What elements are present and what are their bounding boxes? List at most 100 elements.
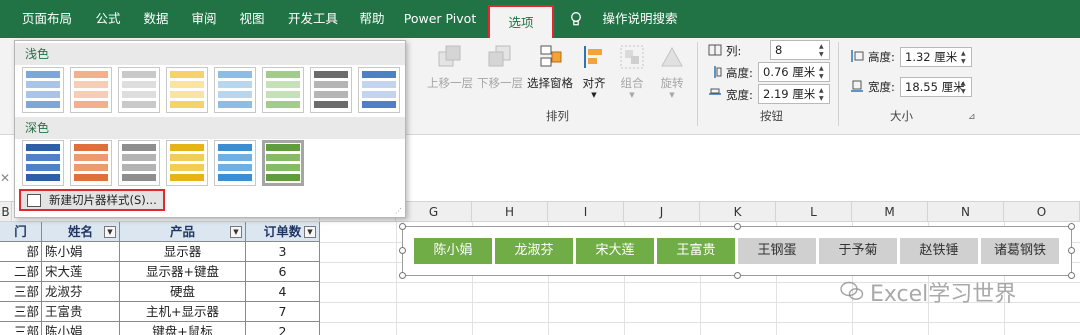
style-swatch[interactable] (70, 140, 112, 186)
style-swatch[interactable] (310, 67, 352, 113)
style-swatch[interactable] (70, 67, 112, 113)
table-cell[interactable]: 三部 (0, 282, 42, 302)
table-cell[interactable]: 4 (246, 282, 320, 302)
table-cell[interactable]: 主机+显示器 (120, 302, 246, 322)
tab-power-pivot[interactable]: Power Pivot (398, 0, 482, 38)
column-header[interactable]: B (0, 202, 12, 222)
resize-handle[interactable] (399, 223, 406, 230)
table-cell[interactable]: 显示器 (120, 242, 246, 262)
tab-developer[interactable]: 开发工具 (280, 0, 346, 38)
dropdown-icon[interactable]: ▼ (230, 226, 242, 238)
tab-data[interactable]: 数据 (134, 0, 178, 38)
resize-handle[interactable] (1068, 247, 1075, 254)
slicer-item[interactable]: 龙淑芬 (495, 238, 573, 264)
table-cell[interactable]: 二部 (0, 262, 42, 282)
table-header-name[interactable]: 姓名 ▼ (42, 222, 120, 242)
spin-up-icon[interactable]: ▲ (819, 43, 827, 50)
spin-up-icon[interactable]: ▲ (961, 80, 969, 87)
column-header[interactable]: J (624, 202, 700, 222)
style-swatch[interactable] (214, 67, 256, 113)
table-cell[interactable]: 硬盘 (120, 282, 246, 302)
spin-down-icon[interactable]: ▼ (819, 73, 827, 80)
table-header-product[interactable]: 产品 ▼ (120, 222, 246, 242)
send-backward-button[interactable]: 下移一层 (474, 42, 526, 91)
style-swatch[interactable] (214, 140, 256, 186)
slicer-item[interactable]: 宋大莲 (576, 238, 654, 264)
style-swatch[interactable] (22, 67, 64, 113)
tab-view[interactable]: 视图 (230, 0, 274, 38)
tell-me-search[interactable]: 操作说明搜索 (590, 0, 690, 38)
style-swatch[interactable] (22, 140, 64, 186)
spin-down-icon[interactable]: ▼ (961, 58, 969, 65)
resize-grip-icon[interactable]: ⋰ (395, 207, 403, 215)
spin-down-icon[interactable]: ▼ (819, 51, 827, 58)
column-header[interactable]: G (396, 202, 472, 222)
tab-review[interactable]: 审阅 (182, 0, 226, 38)
spin-up-icon[interactable]: ▲ (961, 50, 969, 57)
column-header[interactable]: H (472, 202, 548, 222)
new-slicer-style-button[interactable]: 新建切片器样式(S)... (19, 189, 165, 211)
slicer-item[interactable]: 诸葛钢铁 (981, 238, 1059, 264)
table-cell[interactable]: 宋大莲 (42, 262, 120, 282)
style-swatch[interactable] (358, 67, 400, 113)
table-header-orders[interactable]: 订单数 ▼ (246, 222, 320, 242)
tab-formulas[interactable]: 公式 (86, 0, 130, 38)
spin-up-icon[interactable]: ▲ (819, 65, 827, 72)
table-cell[interactable]: 2 (246, 322, 320, 335)
table-header-dept[interactable]: 门 (0, 222, 42, 242)
resize-handle[interactable] (1068, 223, 1075, 230)
spin-down-icon[interactable]: ▼ (819, 95, 827, 102)
dropdown-icon[interactable]: ▼ (304, 226, 316, 238)
spin-down-icon[interactable]: ▼ (961, 88, 969, 95)
style-swatch[interactable] (166, 140, 208, 186)
slicer-item[interactable]: 王钢蛋 (738, 238, 816, 264)
slicer-item[interactable]: 王富贵 (657, 238, 735, 264)
table-cell[interactable]: 三部 (0, 302, 42, 322)
shape-height-stepper[interactable]: 1.32 厘米 ▲ ▼ (900, 47, 972, 67)
columns-stepper[interactable]: 8 ▲ ▼ (770, 40, 830, 60)
resize-handle[interactable] (734, 223, 741, 230)
shape-width-stepper[interactable]: 18.55 厘米 ▲ ▼ (900, 77, 972, 97)
style-swatch[interactable] (262, 67, 304, 113)
selection-pane-button[interactable]: 选择窗格 (524, 42, 576, 91)
bring-forward-button[interactable]: 上移一层 (424, 42, 476, 91)
slicer-style-gallery[interactable]: 浅色 深色 新建切片器样式(S)... ⋰ (14, 40, 406, 218)
filter-icon[interactable]: ▼ (104, 226, 116, 238)
column-header[interactable]: I (548, 202, 624, 222)
column-header[interactable]: N (928, 202, 1004, 222)
table-cell[interactable]: 陈小娟 (42, 322, 120, 335)
button-height-stepper[interactable]: 0.76 厘米 ▲ ▼ (758, 62, 830, 82)
slicer-item[interactable]: 陈小娟 (414, 238, 492, 264)
table-cell[interactable]: 王富贵 (42, 302, 120, 322)
slicer[interactable]: 陈小娟 龙淑芬 宋大莲 王富贵 王钢蛋 于予菊 赵铁锤 诸葛钢铁 (399, 223, 1075, 279)
button-width-stepper[interactable]: 2.19 厘米 ▲ ▼ (758, 84, 830, 104)
table-cell[interactable]: 6 (246, 262, 320, 282)
table-cell[interactable]: 键盘+鼠标 (120, 322, 246, 335)
column-header[interactable]: K (700, 202, 776, 222)
slicer-item[interactable]: 于予菊 (819, 238, 897, 264)
column-header[interactable]: O (1004, 202, 1080, 222)
resize-handle[interactable] (734, 272, 741, 279)
style-swatch[interactable] (118, 140, 160, 186)
tab-options[interactable]: 选项 (488, 5, 554, 38)
table-cell[interactable]: 3 (246, 242, 320, 262)
cancel-formula-icon[interactable]: ✕ (0, 171, 10, 185)
align-button[interactable]: 对齐 ▼ (576, 42, 612, 99)
table-cell[interactable]: 龙淑芬 (42, 282, 120, 302)
column-header[interactable]: L (776, 202, 852, 222)
style-swatch[interactable] (166, 67, 208, 113)
table-cell[interactable]: 三部 (0, 322, 42, 335)
dialog-launcher-icon[interactable]: ⊿ (968, 112, 976, 122)
resize-handle[interactable] (399, 247, 406, 254)
column-header[interactable]: M (852, 202, 928, 222)
style-swatch[interactable] (118, 67, 160, 113)
table-cell[interactable]: 部 (0, 242, 42, 262)
spin-up-icon[interactable]: ▲ (819, 87, 827, 94)
resize-handle[interactable] (1068, 272, 1075, 279)
rotate-button[interactable]: 旋转 ▼ (654, 42, 690, 99)
table-cell[interactable]: 陈小娟 (42, 242, 120, 262)
tab-help[interactable]: 帮助 (352, 0, 392, 38)
group-button[interactable]: 组合 ▼ (614, 42, 650, 99)
resize-handle[interactable] (399, 272, 406, 279)
table-cell[interactable]: 显示器+键盘 (120, 262, 246, 282)
